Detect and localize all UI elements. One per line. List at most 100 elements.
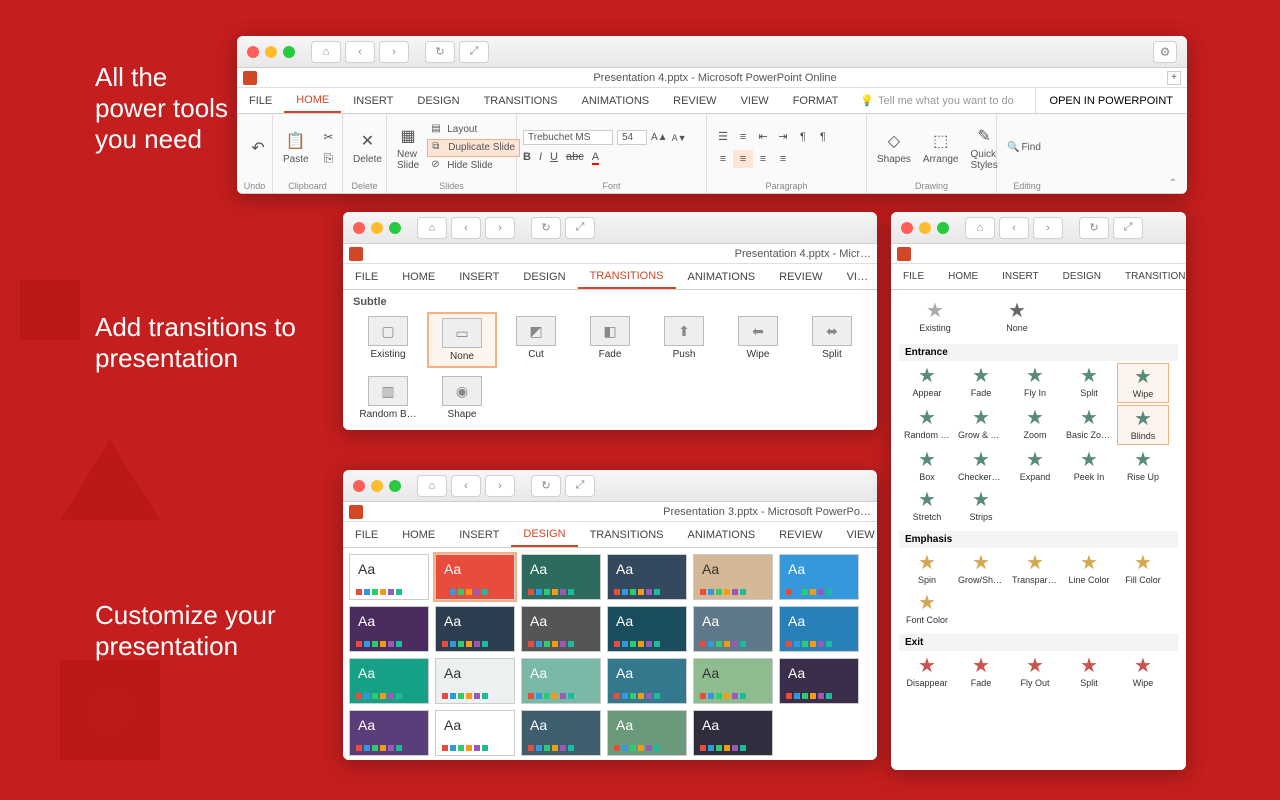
tab-insert[interactable]: INSERT: [447, 264, 511, 289]
tab-transitions[interactable]: TRANSITIONS: [578, 522, 676, 547]
bullets-icon[interactable]: ☰: [713, 128, 733, 146]
layout-button[interactable]: ▤Layout: [427, 122, 520, 138]
transition-randomb[interactable]: ▥Random B…: [353, 372, 423, 424]
tab-home[interactable]: HOME: [936, 264, 990, 289]
forward-icon[interactable]: ›: [1033, 217, 1063, 239]
new-tab-icon[interactable]: +: [1167, 71, 1181, 85]
new-slide-button[interactable]: ▦New Slide: [393, 123, 423, 173]
back-icon[interactable]: ‹: [451, 475, 481, 497]
anim-riseup[interactable]: ★Rise Up: [1117, 447, 1169, 485]
theme-22[interactable]: Aa: [693, 710, 773, 756]
expand-icon[interactable]: ⤢: [565, 475, 595, 497]
anim-wipe[interactable]: ★Wipe: [1117, 363, 1169, 403]
anim-stretch[interactable]: ★Stretch: [901, 487, 953, 525]
forward-icon[interactable]: ›: [379, 41, 409, 63]
align-right-icon[interactable]: ≡: [753, 150, 773, 168]
gear-icon[interactable]: ⚙: [1153, 41, 1177, 63]
tell-me-input[interactable]: 💡 Tell me what you want to do: [850, 88, 1023, 113]
anim-wipe[interactable]: ★Wipe: [1117, 653, 1169, 691]
back-icon[interactable]: ‹: [451, 217, 481, 239]
expand-icon[interactable]: ⤢: [459, 41, 489, 63]
theme-12[interactable]: Aa: [349, 658, 429, 704]
open-in-powerpoint[interactable]: OPEN IN POWERPOINT: [1035, 88, 1187, 113]
tab-file[interactable]: FILE: [891, 264, 936, 289]
theme-1[interactable]: Aa: [435, 554, 515, 600]
close-icon[interactable]: [353, 222, 365, 234]
transition-none[interactable]: ▭None: [427, 312, 497, 368]
tab-review[interactable]: REVIEW: [767, 522, 834, 547]
anim-linecolor[interactable]: ★Line Color: [1063, 550, 1115, 588]
maximize-icon[interactable]: [389, 480, 401, 492]
justify-icon[interactable]: ≡: [773, 150, 793, 168]
reload-icon[interactable]: ↻: [531, 217, 561, 239]
tab-file[interactable]: FILE: [237, 88, 284, 113]
theme-16[interactable]: Aa: [693, 658, 773, 704]
home-icon[interactable]: ⌂: [311, 41, 341, 63]
font-size-select[interactable]: 54: [617, 130, 647, 145]
tab-animations[interactable]: ANIMATIONS: [676, 264, 768, 289]
tab-transitions[interactable]: TRANSITIONS: [578, 264, 676, 289]
back-icon[interactable]: ‹: [999, 217, 1029, 239]
anim-none[interactable]: ★None: [991, 298, 1043, 336]
theme-13[interactable]: Aa: [435, 658, 515, 704]
close-icon[interactable]: [353, 480, 365, 492]
anim-flyin[interactable]: ★Fly In: [1009, 363, 1061, 403]
font-name-select[interactable]: Trebuchet MS: [523, 130, 613, 145]
tab-insert[interactable]: INSERT: [341, 88, 405, 113]
tab-design[interactable]: DESIGN: [405, 88, 471, 113]
theme-8[interactable]: Aa: [521, 606, 601, 652]
copy-icon[interactable]: ⎘: [317, 149, 341, 169]
delete-button[interactable]: ✕Delete: [349, 128, 386, 167]
forward-icon[interactable]: ›: [485, 475, 515, 497]
theme-2[interactable]: Aa: [521, 554, 601, 600]
tab-design[interactable]: DESIGN: [511, 264, 577, 289]
anim-disappear[interactable]: ★Disappear: [901, 653, 953, 691]
font-color-button[interactable]: A: [592, 151, 599, 165]
anim-peekin[interactable]: ★Peek In: [1063, 447, 1115, 485]
tab-view[interactable]: VIEW: [729, 88, 781, 113]
anim-box[interactable]: ★Box: [901, 447, 953, 485]
tab-home[interactable]: HOME: [390, 264, 447, 289]
theme-14[interactable]: Aa: [521, 658, 601, 704]
close-icon[interactable]: [247, 46, 259, 58]
tab-transitions[interactable]: TRANSITIONS: [472, 88, 570, 113]
anim-fillcolor[interactable]: ★Fill Color: [1117, 550, 1169, 588]
transition-fade[interactable]: ◧Fade: [575, 312, 645, 368]
ltr-icon[interactable]: ¶: [793, 128, 813, 146]
theme-6[interactable]: Aa: [349, 606, 429, 652]
tab-review[interactable]: REVIEW: [661, 88, 728, 113]
transition-shape[interactable]: ◉Shape: [427, 372, 497, 424]
anim-transpare[interactable]: ★Transpare…: [1009, 550, 1061, 588]
minimize-icon[interactable]: [265, 46, 277, 58]
anim-basiczoom[interactable]: ★Basic Zoom: [1063, 405, 1115, 445]
maximize-icon[interactable]: [283, 46, 295, 58]
align-left-icon[interactable]: ≡: [713, 150, 733, 168]
tab-vi…[interactable]: VI…: [835, 264, 877, 289]
anim-expand[interactable]: ★Expand: [1009, 447, 1061, 485]
reload-icon[interactable]: ↻: [531, 475, 561, 497]
tab-home[interactable]: HOME: [390, 522, 447, 547]
arrange-button[interactable]: ⬚Arrange: [919, 128, 963, 167]
anim-growt[interactable]: ★Grow & T…: [955, 405, 1007, 445]
bold-button[interactable]: B: [523, 151, 531, 165]
reload-icon[interactable]: ↻: [1079, 217, 1109, 239]
cut-icon[interactable]: ✂: [317, 127, 341, 147]
transition-wipe[interactable]: ⬅Wipe: [723, 312, 793, 368]
collapse-ribbon-icon[interactable]: ⌃: [1159, 174, 1187, 193]
paste-button[interactable]: 📋Paste: [279, 128, 313, 167]
theme-20[interactable]: Aa: [521, 710, 601, 756]
anim-blinds[interactable]: ★Blinds: [1117, 405, 1169, 445]
home-icon[interactable]: ⌂: [417, 475, 447, 497]
tab-animations[interactable]: ANIMATIONS: [676, 522, 768, 547]
tab-view[interactable]: VIEW: [835, 522, 877, 547]
transition-cut[interactable]: ◩Cut: [501, 312, 571, 368]
rtl-icon[interactable]: ¶: [813, 128, 833, 146]
align-center-icon[interactable]: ≡: [733, 150, 753, 168]
theme-4[interactable]: Aa: [693, 554, 773, 600]
tab-review[interactable]: REVIEW: [767, 264, 834, 289]
maximize-icon[interactable]: [937, 222, 949, 234]
hide-slide-button[interactable]: ⊘Hide Slide: [427, 158, 520, 174]
underline-button[interactable]: U: [550, 151, 558, 165]
tab-transitions[interactable]: TRANSITIONS: [1113, 264, 1186, 289]
home-icon[interactable]: ⌂: [965, 217, 995, 239]
